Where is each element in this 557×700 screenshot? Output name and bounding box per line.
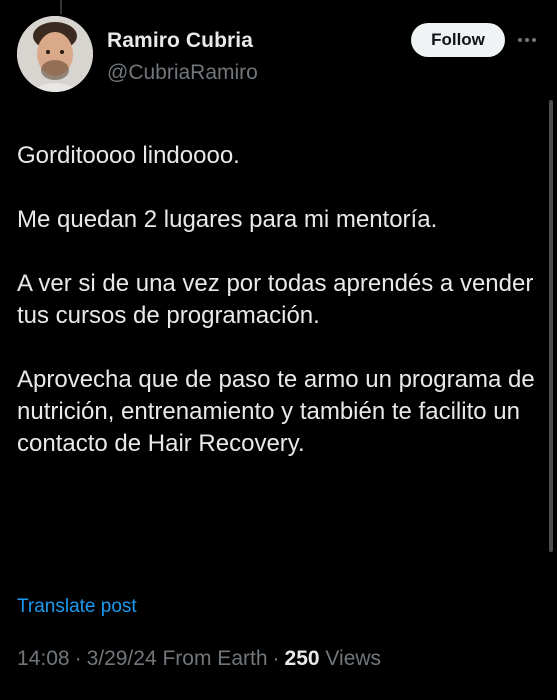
author-handle[interactable]: @CubriaRamiro	[107, 61, 258, 85]
post-time[interactable]: 14:08	[17, 647, 70, 670]
translate-post-link[interactable]: Translate post	[17, 596, 137, 618]
separator-dot: ·	[74, 647, 82, 670]
tweet-detail: Ramiro Cubria @CubriaRamiro Follow Gordi…	[0, 0, 557, 700]
more-horizontal-icon	[532, 38, 536, 42]
thread-connector-line	[60, 0, 62, 14]
views-label[interactable]: Views	[325, 647, 381, 670]
author-name[interactable]: Ramiro Cubria	[107, 29, 253, 53]
views-count[interactable]: 250	[285, 647, 320, 670]
separator-dot: ·	[272, 647, 280, 670]
avatar[interactable]	[17, 16, 93, 92]
more-horizontal-icon	[525, 38, 529, 42]
avatar-photo	[17, 16, 93, 92]
scrollbar[interactable]	[549, 100, 553, 552]
post-date[interactable]: 3/29/24	[87, 647, 157, 670]
post-text: Gorditoooo lindoooo. Me quedan 2 lugares…	[17, 140, 537, 460]
post-paragraph: Gorditoooo lindoooo.	[17, 142, 240, 169]
post-paragraph: Me quedan 2 lugares para mi mentoría.	[17, 206, 438, 233]
post-paragraph: A ver si de una vez por todas aprendés a…	[17, 270, 534, 329]
more-horizontal-icon	[518, 38, 522, 42]
post-paragraph: Aprovecha que de paso te armo un program…	[17, 366, 535, 457]
post-source: From Earth	[162, 647, 268, 670]
follow-button[interactable]: Follow	[411, 23, 505, 57]
more-options-button[interactable]	[512, 28, 542, 52]
post-metadata: 14:08 · 3/29/24 From Earth · 250 Views	[17, 647, 381, 671]
